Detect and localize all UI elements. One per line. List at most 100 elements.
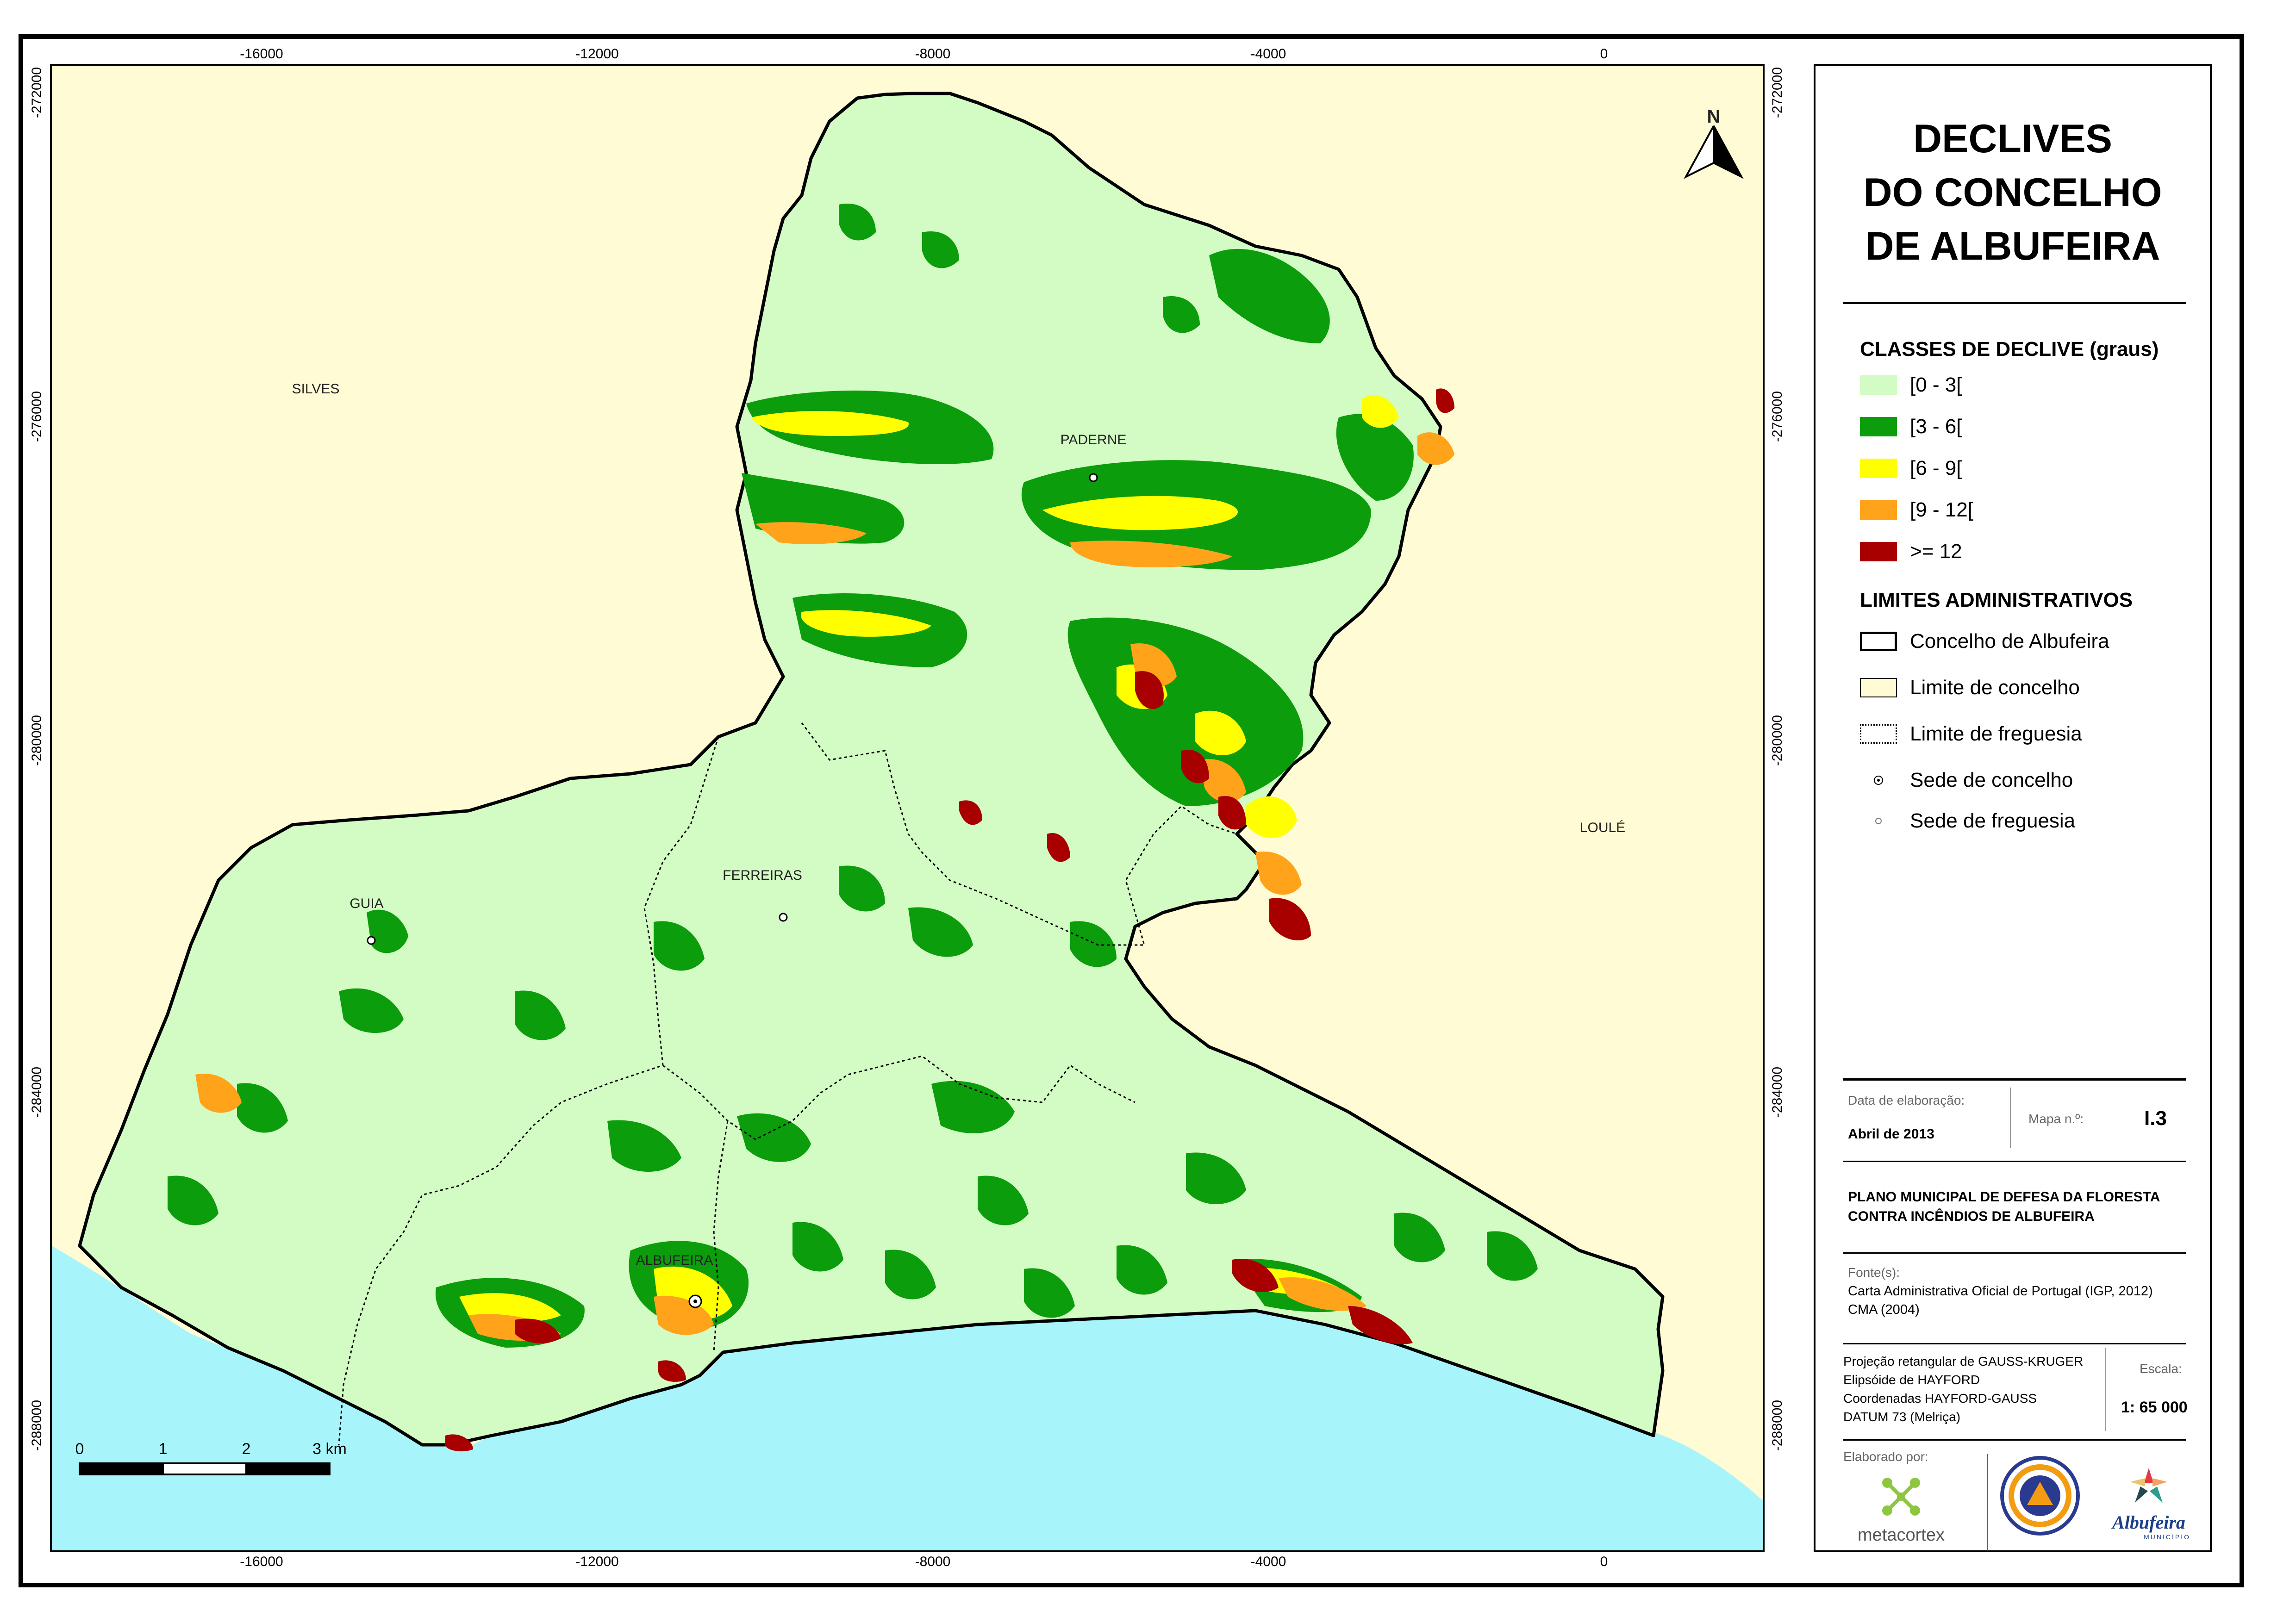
limits-heading: LIMITES ADMINISTRATIVOS bbox=[1860, 589, 2133, 611]
metacortex-logo: metacortex bbox=[1843, 1473, 1959, 1547]
legend-class-label: [0 - 3[ bbox=[1910, 373, 1962, 396]
divider bbox=[1843, 1078, 2186, 1081]
legend-limit-item: Limite de concelho bbox=[1860, 676, 2080, 699]
place-label-silves: SILVES bbox=[292, 381, 340, 397]
tick-bottom: -8000 bbox=[915, 1554, 951, 1569]
swatch-9-12 bbox=[1860, 500, 1897, 520]
scale-bar bbox=[79, 1462, 331, 1475]
divider bbox=[1843, 1343, 2186, 1344]
place-label-guia: GUIA bbox=[349, 896, 384, 911]
place-label-paderne: PADERNE bbox=[1060, 432, 1127, 448]
plan-title: PLANO MUNICIPAL DE DEFESA DA FLORESTA CO… bbox=[1848, 1188, 2160, 1226]
tick-right: -288000 bbox=[1770, 1399, 1785, 1451]
place-label-loule: LOULÉ bbox=[1579, 820, 1626, 835]
tick-bottom: -12000 bbox=[575, 1554, 619, 1569]
legend-class-label: [9 - 12[ bbox=[1910, 498, 1973, 521]
tick-right: -276000 bbox=[1770, 391, 1785, 442]
legend-limit-label: Limite de concelho bbox=[1910, 676, 2080, 699]
protecao-civil-seal bbox=[1998, 1454, 2082, 1537]
swatch-12-plus bbox=[1860, 542, 1897, 561]
yellow-fill-box-icon bbox=[1860, 678, 1897, 697]
tick-left: -284000 bbox=[29, 1066, 44, 1118]
legend-limit-item: Sede de freguesia bbox=[1860, 809, 2076, 832]
tick-left: -280000 bbox=[29, 715, 44, 766]
tick-top: -4000 bbox=[1250, 46, 1286, 62]
swatch-0-3 bbox=[1860, 375, 1897, 395]
legend-limit-item: Limite de freguesia bbox=[1860, 722, 2082, 745]
legend-class-label: [6 - 9[ bbox=[1910, 457, 1962, 479]
north-arrow-icon bbox=[1684, 125, 1744, 179]
legend-limit-label: Concelho de Albufeira bbox=[1910, 630, 2109, 653]
black-outline-box-icon bbox=[1860, 632, 1897, 651]
swatch-6-9 bbox=[1860, 459, 1897, 478]
tick-top: -8000 bbox=[915, 46, 951, 62]
scale-label-3km: 3 km bbox=[312, 1440, 347, 1458]
small-circle-icon bbox=[1860, 811, 1897, 831]
legend-class-item: [0 - 3[ bbox=[1860, 373, 1962, 396]
date-label: Data de elaboração: bbox=[1848, 1093, 1965, 1107]
scale-label: Escala: bbox=[2140, 1362, 2182, 1376]
legend-class-item: >= 12 bbox=[1860, 540, 1962, 563]
legend-limit-label: Sede de freguesia bbox=[1910, 809, 2076, 832]
divider bbox=[2105, 1348, 2106, 1431]
sede-freguesia-guia bbox=[367, 936, 376, 945]
projection-line: Projeção retangular de GAUSS-KRUGER bbox=[1843, 1354, 2084, 1368]
legend-class-item: [3 - 6[ bbox=[1860, 415, 1962, 438]
projection-line: Coordenadas HAYFORD-GAUSS bbox=[1843, 1391, 2037, 1405]
scale-value: 1: 65 000 bbox=[2121, 1399, 2188, 1416]
plan-title-line: CONTRA INCÊNDIOS DE ALBUFEIRA bbox=[1848, 1209, 2095, 1224]
tick-top: -12000 bbox=[575, 46, 619, 62]
title-line: DECLIVES bbox=[1913, 117, 2113, 161]
plan-title-line: PLANO MUNICIPAL DE DEFESA DA FLORESTA bbox=[1848, 1189, 2160, 1205]
tick-right: -272000 bbox=[1770, 67, 1785, 118]
source-line: CMA (2004) bbox=[1848, 1302, 1920, 1317]
dot-in-circle-icon bbox=[1860, 771, 1897, 790]
albufeira-star-icon bbox=[2130, 1468, 2167, 1503]
legend-class-item: [9 - 12[ bbox=[1860, 498, 1973, 521]
tick-left: -288000 bbox=[29, 1399, 44, 1451]
scale-label-2: 2 bbox=[242, 1440, 251, 1458]
legend-panel: DECLIVES DO CONCELHO DE ALBUFEIRA CLASSE… bbox=[1814, 64, 2212, 1552]
map-panel: N SILVES LOULÉ PADERNE FERREIRAS GUIA AL… bbox=[50, 64, 1765, 1552]
map-canvas bbox=[52, 92, 1763, 1550]
scale-label-0: 0 bbox=[75, 1440, 84, 1458]
divider bbox=[1843, 1252, 2186, 1254]
legend-class-label: [3 - 6[ bbox=[1910, 415, 1962, 438]
tick-bottom: -16000 bbox=[240, 1554, 283, 1569]
albufeira-logo: Albufeira MUNICÍPIO bbox=[2093, 1463, 2204, 1547]
tick-bottom: -4000 bbox=[1250, 1554, 1286, 1569]
projection-line: DATUM 73 (Melriça) bbox=[1843, 1410, 1961, 1424]
date-value: Abril de 2013 bbox=[1848, 1126, 1934, 1142]
legend-limit-label: Sede de concelho bbox=[1910, 769, 2073, 791]
title-line: DO CONCELHO bbox=[1863, 170, 2162, 215]
legend-limit-item: Concelho de Albufeira bbox=[1860, 630, 2109, 653]
sede-freguesia-ferreiras bbox=[779, 913, 788, 922]
tick-right: -284000 bbox=[1770, 1066, 1785, 1118]
classes-heading: CLASSES DE DECLIVE (graus) bbox=[1860, 338, 2159, 361]
swatch-3-6 bbox=[1860, 417, 1897, 436]
albufeira-logo-subtext: MUNICÍPIO bbox=[2144, 1533, 2190, 1541]
legend-class-label: >= 12 bbox=[1910, 540, 1962, 563]
sources-text: Carta Administrativa Oficial de Portugal… bbox=[1848, 1282, 2153, 1319]
north-label: N bbox=[1707, 106, 1721, 127]
source-line: Carta Administrativa Oficial de Portugal… bbox=[1848, 1284, 2153, 1299]
divider bbox=[2010, 1088, 2011, 1148]
legend-limit-label: Limite de freguesia bbox=[1910, 722, 2082, 745]
divider bbox=[1987, 1454, 1988, 1551]
place-label-ferreiras: FERREIRAS bbox=[723, 868, 802, 883]
place-label-albufeira: ALBUFEIRA bbox=[636, 1253, 713, 1268]
map-title: DECLIVES DO CONCELHO DE ALBUFEIRA bbox=[1816, 112, 2210, 273]
legend-limit-item: Sede de concelho bbox=[1860, 769, 2073, 791]
scale-label-1: 1 bbox=[158, 1440, 168, 1458]
tick-right: -280000 bbox=[1770, 715, 1785, 766]
sources-label: Fonte(s): bbox=[1848, 1265, 1900, 1280]
dotted-box-icon bbox=[1860, 724, 1897, 744]
sede-concelho-albufeira bbox=[688, 1294, 702, 1308]
title-line: DE ALBUFEIRA bbox=[1865, 224, 2160, 268]
projection-line: Elipsóide de HAYFORD bbox=[1843, 1373, 1980, 1387]
tick-top: 0 bbox=[1600, 46, 1608, 62]
tick-left: -276000 bbox=[29, 391, 44, 442]
metacortex-text: metacortex bbox=[1858, 1525, 1945, 1545]
legend-class-item: [6 - 9[ bbox=[1860, 457, 1962, 479]
tick-left: -272000 bbox=[29, 67, 44, 118]
